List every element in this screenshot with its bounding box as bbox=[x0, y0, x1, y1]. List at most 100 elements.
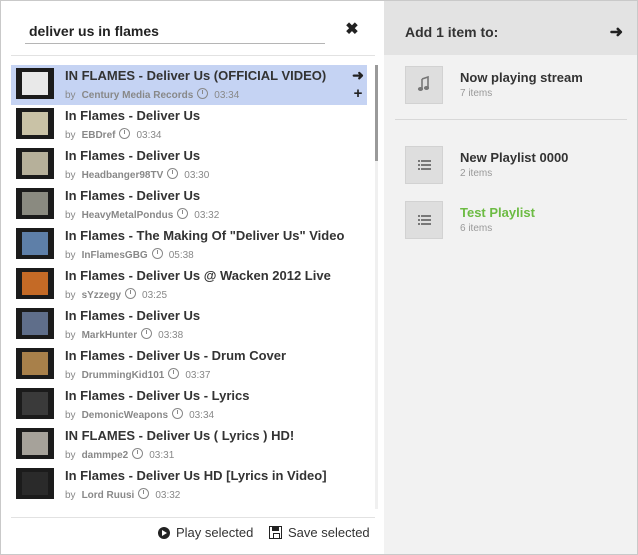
video-meta: by Headbanger98TV 03:30 bbox=[65, 167, 209, 181]
video-thumbnail bbox=[16, 68, 54, 99]
by-label: by bbox=[65, 410, 76, 421]
uploader-name: EBDref bbox=[81, 130, 116, 141]
video-thumbnail bbox=[16, 308, 54, 339]
save-selected-button[interactable]: Save selected bbox=[269, 525, 370, 540]
uploader-name: DemonicWeapons bbox=[81, 410, 169, 421]
target-count: 7 items bbox=[460, 88, 493, 99]
thumbnail-image bbox=[22, 272, 48, 295]
result-row[interactable]: In Flames - Deliver Us @ Wacken 2012 Liv… bbox=[11, 265, 367, 305]
uploader-name: Century Media Records bbox=[81, 90, 194, 101]
video-meta: by DrummingKid101 03:37 bbox=[65, 367, 210, 381]
result-row[interactable]: In Flames - Deliver Us by Headbanger98TV 03… bbox=[11, 145, 367, 185]
results-list: IN FLAMES - Deliver Us (OFFICIAL VIDEO) b… bbox=[11, 65, 367, 505]
video-title: IN FLAMES - Deliver Us ( Lyrics ) HD! bbox=[65, 428, 295, 443]
result-row[interactable]: IN FLAMES - Deliver Us ( Lyrics ) HD! by d… bbox=[11, 425, 367, 465]
video-thumbnail bbox=[16, 148, 54, 179]
video-title: In Flames - The Making Of "Deliver Us" V… bbox=[65, 228, 345, 243]
search-input[interactable] bbox=[25, 19, 325, 44]
result-row[interactable]: IN FLAMES - Deliver Us (OFFICIAL VIDEO) b… bbox=[11, 65, 367, 105]
target-new-playlist-0000[interactable]: New Playlist 0000 2 items bbox=[405, 146, 630, 188]
by-label: by bbox=[65, 130, 76, 141]
arrow-right-icon[interactable]: ➜ bbox=[351, 68, 365, 82]
by-label: by bbox=[65, 370, 76, 381]
divider bbox=[395, 119, 627, 120]
video-thumbnail bbox=[16, 188, 54, 219]
result-row[interactable]: In Flames - The Making Of "Deliver Us" V… bbox=[11, 225, 367, 265]
clock-icon bbox=[138, 488, 150, 499]
arrow-right-icon[interactable]: ➜ bbox=[610, 22, 623, 42]
video-duration: 03:37 bbox=[185, 370, 211, 381]
divider bbox=[11, 55, 375, 56]
uploader-name: dammpe2 bbox=[81, 450, 129, 461]
video-title: In Flames - Deliver Us bbox=[65, 108, 201, 123]
video-thumbnail bbox=[16, 468, 54, 499]
result-row[interactable]: In Flames - Deliver Us by HeavyMetalPondus… bbox=[11, 185, 367, 225]
thumbnail-image bbox=[22, 392, 48, 415]
video-thumbnail bbox=[16, 268, 54, 299]
video-meta: by MarkHunter 03:38 bbox=[65, 327, 183, 341]
video-meta: by DemonicWeapons 03:34 bbox=[65, 407, 214, 421]
save-selected-label: Save selected bbox=[288, 525, 370, 540]
add-to-panel: Add 1 item to: ➜ Now playing stream 7 it… bbox=[384, 1, 637, 554]
thumbnail-image bbox=[22, 432, 48, 455]
video-title: In Flames - Deliver Us - Lyrics bbox=[65, 388, 250, 403]
thumbnail-image bbox=[22, 312, 48, 335]
by-label: by bbox=[65, 450, 76, 461]
dialog-window: ✖ IN FLAMES - Deliver Us (OFFICIAL VIDEO… bbox=[0, 0, 638, 555]
by-label: by bbox=[65, 490, 76, 501]
target-name: Now playing stream bbox=[460, 70, 583, 85]
uploader-name: Headbanger98TV bbox=[81, 170, 164, 181]
result-row[interactable]: In Flames - Deliver Us by MarkHunter 03:38 bbox=[11, 305, 367, 345]
clock-icon bbox=[141, 328, 153, 339]
add-plus-icon[interactable]: + bbox=[351, 86, 365, 101]
thumbnail-image bbox=[22, 232, 48, 255]
by-label: by bbox=[65, 90, 76, 101]
video-title: In Flames - Deliver Us bbox=[65, 308, 201, 323]
results-scrollbar[interactable] bbox=[375, 65, 378, 509]
video-meta: by Lord Ruusi 03:32 bbox=[65, 487, 180, 501]
video-meta: by sYzzegy 03:25 bbox=[65, 287, 167, 301]
video-title: In Flames - Deliver Us - Drum Cover bbox=[65, 348, 287, 363]
video-duration: 03:25 bbox=[142, 290, 168, 301]
video-duration: 03:34 bbox=[189, 410, 215, 421]
result-row[interactable]: In Flames - Deliver Us HD [Lyrics in Vid… bbox=[11, 465, 367, 505]
video-duration: 03:30 bbox=[184, 170, 210, 181]
video-meta: by dammpe2 03:31 bbox=[65, 447, 174, 461]
uploader-name: InFlamesGBG bbox=[81, 250, 148, 261]
clock-icon bbox=[168, 368, 180, 379]
result-row[interactable]: In Flames - Deliver Us - Lyrics by Demonic… bbox=[11, 385, 367, 425]
scrollbar-thumb[interactable] bbox=[375, 65, 378, 161]
target-test-playlist[interactable]: Test Playlist 6 items bbox=[405, 201, 630, 243]
thumbnail-image bbox=[22, 72, 48, 95]
target-count: 6 items bbox=[460, 223, 493, 234]
uploader-name: sYzzegy bbox=[81, 290, 122, 301]
clock-icon bbox=[172, 408, 184, 419]
by-label: by bbox=[65, 250, 76, 261]
play-selected-button[interactable]: Play selected bbox=[158, 525, 253, 540]
video-meta: by EBDref 03:34 bbox=[65, 127, 162, 141]
clock-icon bbox=[167, 168, 179, 179]
clock-icon bbox=[125, 288, 137, 299]
video-thumbnail bbox=[16, 428, 54, 459]
thumbnail-image bbox=[22, 352, 48, 375]
video-duration: 03:34 bbox=[136, 130, 162, 141]
target-now-playing[interactable]: Now playing stream 7 items bbox=[405, 66, 630, 108]
search-panel: ✖ IN FLAMES - Deliver Us (OFFICIAL VIDEO… bbox=[1, 1, 383, 554]
uploader-name: HeavyMetalPondus bbox=[81, 210, 174, 221]
video-title: IN FLAMES - Deliver Us (OFFICIAL VIDEO) bbox=[65, 68, 327, 83]
video-duration: 03:34 bbox=[214, 90, 240, 101]
list-icon bbox=[405, 146, 443, 184]
result-row[interactable]: In Flames - Deliver Us - Drum Cover by Dru… bbox=[11, 345, 367, 385]
video-meta: by HeavyMetalPondus 03:32 bbox=[65, 207, 219, 221]
list-icon bbox=[405, 201, 443, 239]
video-meta: by Century Media Records 03:34 bbox=[65, 87, 239, 101]
clear-search-icon[interactable]: ✖ bbox=[343, 21, 361, 39]
target-name: Test Playlist bbox=[460, 205, 535, 220]
search-bar: ✖ bbox=[25, 19, 365, 51]
target-count: 2 items bbox=[460, 168, 493, 179]
video-thumbnail bbox=[16, 108, 54, 139]
video-thumbnail bbox=[16, 388, 54, 419]
clock-icon bbox=[151, 248, 163, 259]
video-duration: 03:31 bbox=[149, 450, 175, 461]
result-row[interactable]: In Flames - Deliver Us by EBDref 03:34 bbox=[11, 105, 367, 145]
